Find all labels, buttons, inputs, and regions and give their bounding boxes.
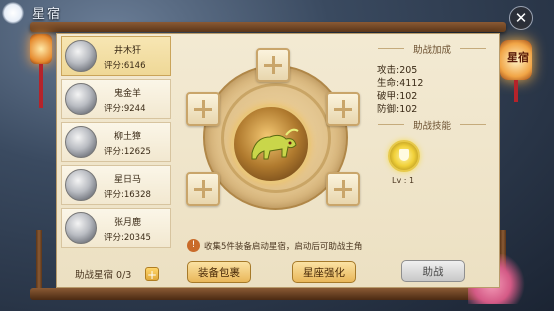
assist-skill-title: 助战技能 <box>372 118 492 132</box>
stat-attack: 攻击:205 <box>377 65 418 76</box>
equip-slot-upper-left[interactable] <box>186 92 220 126</box>
equip-slot-upper-right[interactable] <box>326 92 360 126</box>
constellation-avatar <box>65 83 97 115</box>
list-item[interactable]: 柳土獐 评分:12625 <box>61 122 171 162</box>
wood-post-left <box>36 230 42 292</box>
constellation-score: 评分:9244 <box>104 104 146 114</box>
moon-icon <box>2 2 24 24</box>
equip-slot-lower-right[interactable] <box>326 172 360 206</box>
window-title: 星宿 <box>32 7 63 22</box>
constellation-score: 评分:16328 <box>104 190 151 200</box>
tassel-right <box>514 80 518 102</box>
assist-info-panel: 助战加成 攻击:205 生命:4112 破甲:102 防御:102 助战技能 L… <box>372 36 498 286</box>
star-enhance-button[interactable]: 星座强化 <box>292 261 356 283</box>
list-item[interactable]: 井木犴 评分:6146 <box>61 36 171 76</box>
equip-slot-top[interactable] <box>256 48 290 82</box>
constellation-name: 星日马 <box>114 175 142 185</box>
assist-count-label: 助战星宿 0/3 <box>75 270 132 281</box>
notice-text: 收集5件装备启动星宿，启动后可助战主角 <box>204 242 363 252</box>
lantern-left-icon <box>30 34 52 64</box>
list-item[interactable]: 张月鹿 评分:20345 <box>61 208 171 248</box>
assist-constellation-footer: 助战星宿 0/3 + <box>61 264 171 284</box>
beast-icon <box>251 128 299 160</box>
stat-armor-break: 破甲:102 <box>377 91 418 102</box>
constellation-name: 张月鹿 <box>114 218 142 228</box>
constellation-score: 评分:20345 <box>104 233 151 243</box>
list-item[interactable]: 星日马 评分:16328 <box>61 165 171 205</box>
constellation-avatar <box>65 169 97 201</box>
wood-frame-bottom <box>30 288 506 300</box>
beast-portrait <box>231 104 311 184</box>
shield-icon[interactable] <box>388 140 420 172</box>
tassel-left <box>39 64 43 108</box>
add-assist-button[interactable]: + <box>145 267 159 282</box>
close-button[interactable]: ✕ <box>509 6 533 30</box>
constellation-avatar <box>65 212 97 244</box>
constellation-list[interactable]: 井木犴 评分:6146 鬼金羊 评分:9244 柳土獐 评分:12625 星日马… <box>61 36 171 262</box>
info-icon: ! <box>187 239 200 252</box>
assist-bonus-title: 助战加成 <box>372 42 492 56</box>
list-item[interactable]: 鬼金羊 评分:9244 <box>61 79 171 119</box>
constellation-name: 柳土獐 <box>114 132 142 142</box>
stat-health: 生命:4112 <box>377 78 424 89</box>
constellation-name: 井木犴 <box>114 46 142 56</box>
equip-bag-button[interactable]: 装备包裹 <box>187 261 251 283</box>
constellation-avatar <box>65 40 97 72</box>
constellation-score: 评分:6146 <box>104 61 146 71</box>
constellation-name: 鬼金羊 <box>114 89 142 99</box>
activation-notice: ! 收集5件装备启动星宿，启动后可助战主角 <box>184 239 374 255</box>
constellation-lantern-label: 星宿 <box>507 51 529 64</box>
equip-slot-lower-left[interactable] <box>186 172 220 206</box>
constellation-score: 评分:12625 <box>104 147 151 157</box>
wood-frame-top <box>30 22 506 32</box>
equipment-wheel <box>176 38 366 238</box>
stat-defense: 防御:102 <box>377 104 418 115</box>
skill-level: Lv : 1 <box>392 176 415 185</box>
constellation-avatar <box>65 126 97 158</box>
